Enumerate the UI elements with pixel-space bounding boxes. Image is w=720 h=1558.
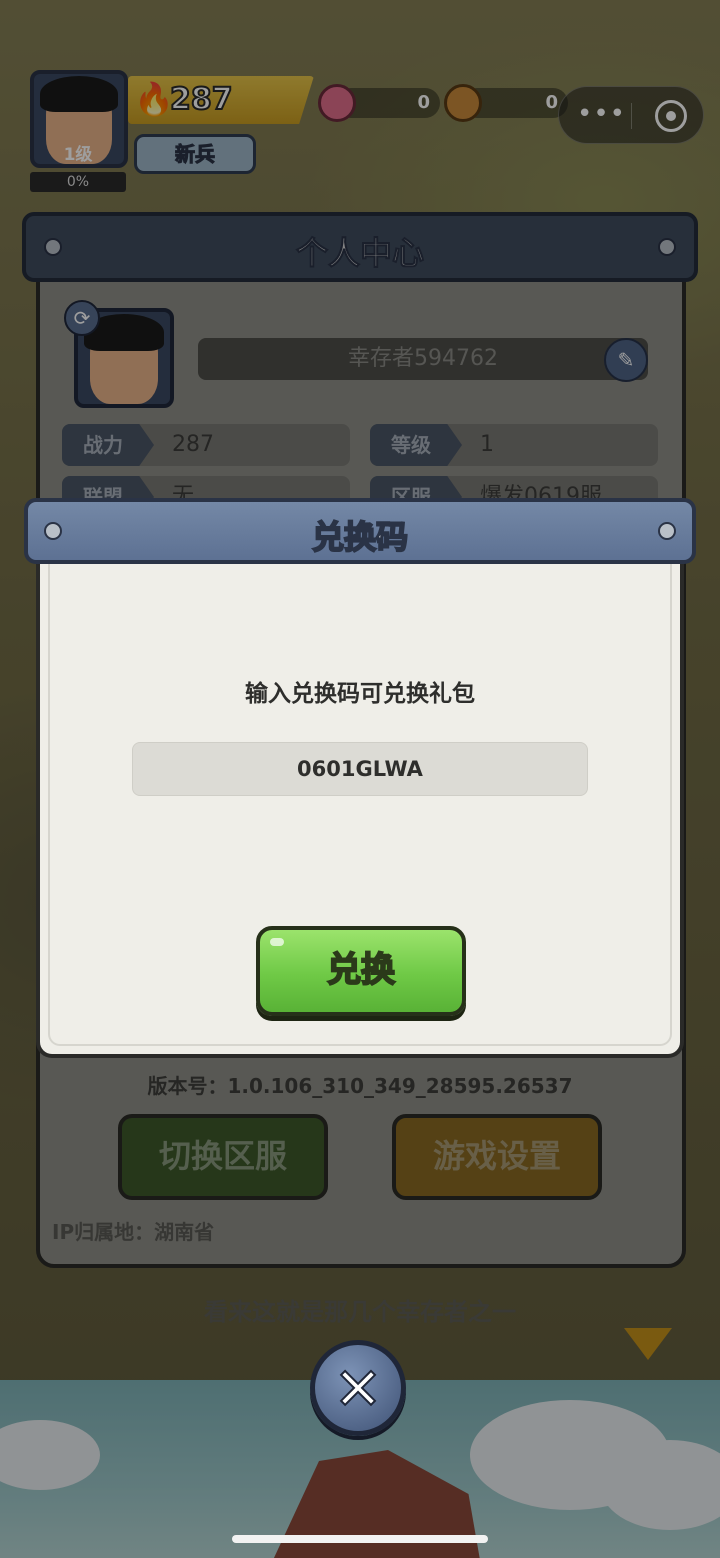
- close-button[interactable]: ✕: [310, 1340, 406, 1436]
- redeem-code-input[interactable]: 0601GLWA: [132, 742, 588, 796]
- redeem-button-label: 兑换: [326, 949, 396, 991]
- close-icon: ✕: [333, 1354, 384, 1424]
- redeem-modal-title: 兑换码: [311, 517, 409, 557]
- continue-arrow-icon[interactable]: [624, 1328, 672, 1360]
- redeem-button[interactable]: 兑换: [256, 926, 466, 1016]
- redeem-prompt: 输入兑换码可兑换礼包: [245, 681, 475, 707]
- redeem-modal-header: 兑换码: [24, 498, 696, 564]
- dialogue-text: 看来这就是那几个幸存者之一: [204, 1298, 516, 1326]
- home-indicator[interactable]: [232, 1535, 488, 1543]
